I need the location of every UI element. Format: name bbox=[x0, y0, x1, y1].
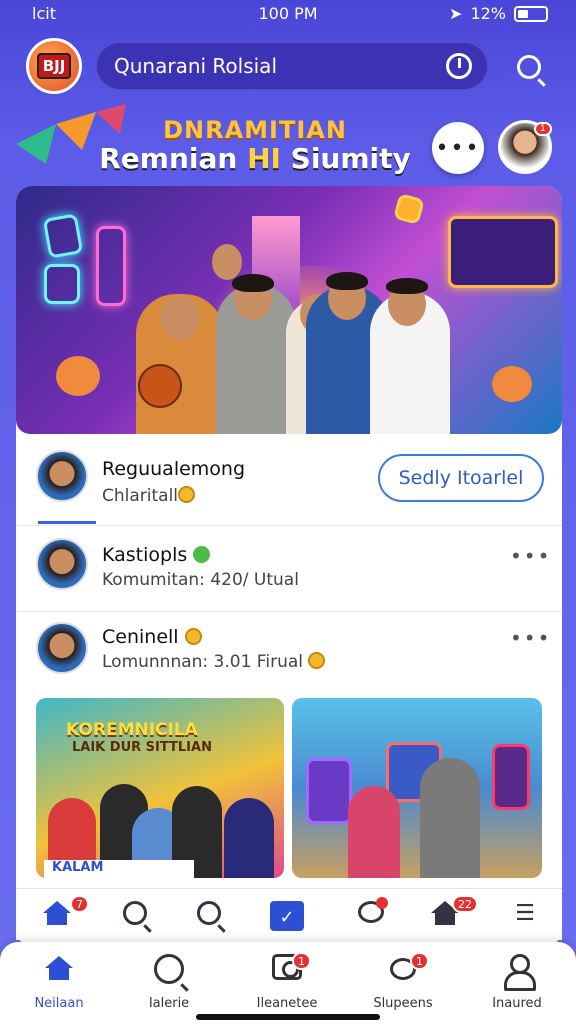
battery-icon bbox=[514, 5, 548, 22]
app-logo-text: BJJ bbox=[36, 53, 72, 79]
nav-explore[interactable] bbox=[194, 901, 224, 931]
coin-icon bbox=[184, 628, 202, 645]
list-item[interactable]: Kastiopls Komumitan: 420/ Utual ••• bbox=[16, 526, 562, 612]
tab-profile[interactable]: Inaured bbox=[462, 954, 572, 1011]
more-icon[interactable]: ••• bbox=[510, 626, 551, 650]
bottom-tab-bar: Neilaan Ialerie Ileanetee 1 Slupeens 1 I… bbox=[0, 942, 576, 1024]
search-chat-icon bbox=[154, 954, 184, 984]
tab-profile-label: Inaured bbox=[492, 996, 542, 1011]
camera-badge: 1 bbox=[292, 952, 311, 970]
nav-home[interactable] bbox=[42, 901, 72, 931]
status-right: ➤ 12% bbox=[449, 4, 548, 23]
person-head bbox=[160, 296, 200, 340]
list-item-subtitle: Lomunnnan: 3.01 Firual bbox=[102, 652, 326, 672]
nav-trending[interactable]: ✓ bbox=[270, 901, 304, 931]
more-options-button[interactable]: ••• bbox=[432, 122, 484, 174]
search-icon bbox=[123, 901, 147, 925]
coin-icon bbox=[178, 486, 196, 503]
tab-camera[interactable]: Ileanetee bbox=[232, 954, 342, 1011]
home-indicator bbox=[196, 1014, 380, 1020]
thumbnail-1[interactable]: KOREMNICILA LAIK DUR SITTLIAN KALAM bbox=[36, 698, 284, 878]
feed-card: Reguualemong Chlaritall Sedly Itoarlel K… bbox=[16, 186, 562, 946]
message-dot bbox=[376, 897, 388, 909]
home-icon bbox=[43, 901, 71, 925]
verified-icon bbox=[193, 546, 211, 563]
search-text: Qunarani Rolsial bbox=[114, 54, 277, 78]
search-icon bbox=[517, 55, 541, 79]
nav-settings[interactable]: ☰ bbox=[510, 901, 540, 931]
person bbox=[224, 798, 274, 878]
basketball bbox=[138, 364, 182, 408]
person-icon bbox=[503, 954, 536, 991]
profile-subtitle: Chlaritall bbox=[102, 486, 196, 506]
arcade-screen bbox=[306, 758, 352, 824]
timer-icon[interactable] bbox=[446, 53, 472, 79]
coin-icon bbox=[308, 652, 326, 669]
tab-search[interactable]: Ialerie bbox=[114, 954, 224, 1011]
thumbnail-subtitle: LAIK DUR SITTLIAN bbox=[72, 740, 212, 755]
trend-icon: ✓ bbox=[279, 907, 295, 928]
tab-chat-label: Slupeens bbox=[373, 996, 433, 1011]
chat-badge: 1 bbox=[410, 952, 429, 970]
list-item-subtitle: Komumitan: 420/ Utual bbox=[102, 570, 299, 590]
profile-name: Reguualemong bbox=[102, 458, 246, 480]
list-item-name: Ceninell bbox=[102, 626, 202, 648]
neon-tile bbox=[96, 226, 126, 306]
neon-tile bbox=[42, 213, 84, 259]
neon-tile bbox=[44, 264, 80, 304]
list-avatar[interactable] bbox=[36, 538, 88, 590]
mascot bbox=[492, 366, 532, 402]
explore-icon bbox=[197, 901, 221, 925]
follow-button[interactable]: Sedly Itoarlel bbox=[378, 454, 544, 502]
tab-home-label: Neilaan bbox=[34, 996, 84, 1011]
search-bar[interactable]: Qunarani Rolsial bbox=[96, 42, 488, 90]
more-icon[interactable]: ••• bbox=[510, 544, 551, 568]
person bbox=[348, 786, 400, 878]
hero-image[interactable] bbox=[16, 186, 562, 434]
house-badge: 22 bbox=[452, 895, 478, 913]
person-head bbox=[212, 244, 242, 280]
profile-row-avatar[interactable] bbox=[36, 450, 88, 502]
app-logo[interactable]: BJJ bbox=[26, 38, 82, 94]
active-tab-indicator bbox=[38, 521, 96, 524]
floating-cube bbox=[393, 193, 425, 225]
mascot bbox=[56, 356, 100, 396]
avatar-badge: 1 bbox=[534, 122, 552, 136]
list-item[interactable]: Ceninell Lomunnnan: 3.01 Firual ••• bbox=[16, 612, 562, 696]
status-bar: lcit 100 PM ➤ 12% bbox=[0, 0, 576, 28]
battery-percent: 12% bbox=[470, 4, 506, 23]
sliders-icon: ☰ bbox=[515, 901, 535, 926]
thumbnail-title: KOREMNICILA bbox=[66, 720, 198, 740]
tab-search-label: Ialerie bbox=[148, 996, 190, 1011]
search-chat-button[interactable] bbox=[510, 50, 548, 84]
thumbnail-2[interactable] bbox=[292, 698, 542, 878]
tab-chat[interactable]: Slupeens bbox=[348, 954, 458, 1011]
list-avatar[interactable] bbox=[36, 622, 88, 674]
thumbnail-caption: KALAM bbox=[44, 860, 194, 878]
tab-home[interactable]: Neilaan bbox=[4, 954, 114, 1011]
secondary-nav: 7 ✓ 22 ☰ bbox=[16, 888, 562, 940]
tab-camera-label: Ileanetee bbox=[256, 996, 318, 1011]
neon-screen bbox=[448, 216, 558, 288]
home-icon bbox=[45, 956, 73, 980]
person bbox=[420, 758, 480, 878]
nav-search[interactable] bbox=[120, 901, 150, 931]
list-item-name: Kastiopls bbox=[102, 544, 211, 566]
arcade-screen bbox=[492, 744, 530, 810]
home-badge: 7 bbox=[70, 895, 89, 913]
location-icon: ➤ bbox=[449, 4, 463, 23]
